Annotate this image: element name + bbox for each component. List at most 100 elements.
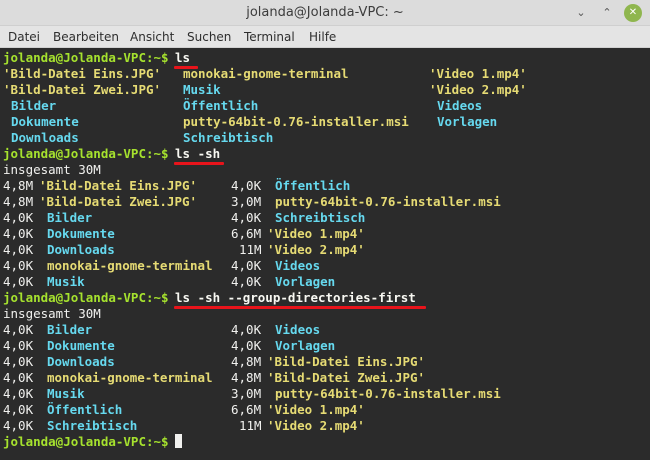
file-entry: Schreibtisch	[47, 418, 138, 433]
size-value: 4,0K	[3, 226, 34, 241]
command-text: ls	[175, 50, 191, 65]
size-value: 4,0K	[3, 258, 34, 273]
file-entry: Bilder	[47, 322, 93, 337]
size-value: 4,8M	[3, 194, 34, 209]
command-text: ls -sh	[175, 146, 221, 161]
menu-terminal[interactable]: Terminal	[244, 30, 295, 44]
file-entry: 'Video 2.mp4'	[429, 82, 527, 97]
size-value: 4,8M	[231, 370, 262, 385]
menu-bearbeiten[interactable]: Bearbeiten	[53, 30, 119, 44]
prompt: jolanda@Jolanda-VPC:~$	[3, 146, 177, 161]
size-value: 4,0K	[3, 402, 34, 417]
file-entry: Musik	[47, 386, 85, 401]
size-value: 4,0K	[231, 210, 262, 225]
size-value: 4,0K	[3, 370, 34, 385]
prompt: jolanda@Jolanda-VPC:~$	[3, 290, 177, 305]
total-text: insgesamt 30M	[3, 162, 101, 177]
size-value: 4,0K	[3, 210, 34, 225]
size-value: 4,0K	[231, 258, 262, 273]
prompt-line-2: jolanda@Jolanda-VPC:~$ ls -sh	[3, 146, 220, 162]
menu-hilfe[interactable]: Hilfe	[309, 30, 336, 44]
size-value: 4,0K	[3, 322, 34, 337]
file-entry: putty-64bit-0.76-installer.msi	[275, 386, 501, 401]
file-entry: 'Video 1.mp4'	[267, 226, 365, 241]
file-entry: 'Video 2.mp4'	[267, 418, 365, 433]
size-value: 4,0K	[3, 418, 34, 433]
file-entry: Schreibtisch	[183, 130, 274, 145]
total-text: insgesamt 30M	[3, 306, 101, 321]
size-value: 4,0K	[3, 242, 34, 257]
size-value: 6,6M	[231, 226, 262, 241]
file-entry: Vorlagen	[275, 274, 336, 289]
size-value: 6,6M	[231, 402, 262, 417]
file-entry: monokai-gnome-terminal	[183, 66, 349, 81]
file-entry: Dokumente	[47, 226, 115, 241]
file-entry: Downloads	[47, 242, 115, 257]
minimize-icon[interactable]: ⌄	[572, 4, 590, 22]
size-value: 3,0M	[231, 386, 262, 401]
file-entry: Dokumente	[47, 338, 115, 353]
annotation-underline	[174, 162, 224, 165]
prompt: jolanda@Jolanda-VPC:~$	[3, 434, 177, 449]
file-entry: Öffentlich	[275, 178, 351, 193]
size-value: 4,0K	[231, 178, 262, 193]
file-entry: Dokumente	[11, 114, 79, 129]
file-entry: 'Bild-Datei Eins.JPG'	[3, 66, 162, 81]
file-entry: 'Video 2.mp4'	[267, 242, 365, 257]
file-entry: monokai-gnome-terminal	[47, 258, 213, 273]
close-icon[interactable]: ✕	[624, 4, 642, 22]
file-entry: Öffentlich	[183, 98, 259, 113]
terminal-output[interactable]: jolanda@Jolanda-VPC:~$ ls 'Bild-Datei Ei…	[0, 48, 650, 460]
file-entry: Downloads	[47, 354, 115, 369]
menu-suchen[interactable]: Suchen	[187, 30, 231, 44]
prompt: jolanda@Jolanda-VPC:~$	[3, 50, 177, 65]
file-entry: Musik	[47, 274, 85, 289]
title-bar: jolanda@Jolanda-VPC: ~ ⌄ ⌃ ✕	[0, 0, 650, 26]
file-entry: 'Bild-Datei Eins.JPG'	[39, 178, 198, 193]
total-line-1: insgesamt 30M	[3, 162, 101, 178]
size-value: 3,0M	[231, 194, 262, 209]
file-entry: Schreibtisch	[275, 210, 366, 225]
size-value: 4,0K	[231, 274, 262, 289]
size-value: 4,0K	[3, 274, 34, 289]
file-entry: 'Bild-Datei Zwei.JPG'	[39, 194, 198, 209]
file-entry: Bilder	[11, 98, 57, 113]
prompt-line-3: jolanda@Jolanda-VPC:~$ ls -sh --group-di…	[3, 290, 416, 306]
file-entry: Vorlagen	[437, 114, 498, 129]
prompt-line-4[interactable]: jolanda@Jolanda-VPC:~$	[3, 434, 182, 450]
file-entry: Bilder	[47, 210, 93, 225]
size-value: 4,0K	[231, 322, 262, 337]
size-value: 4,0K	[3, 354, 34, 369]
size-value: 4,0K	[3, 338, 34, 353]
cursor	[175, 434, 182, 450]
file-entry: monokai-gnome-terminal	[47, 370, 213, 385]
menu-datei[interactable]: Datei	[8, 30, 40, 44]
window-title: jolanda@Jolanda-VPC: ~	[246, 5, 404, 20]
file-entry: putty-64bit-0.76-installer.msi	[275, 194, 501, 209]
file-entry: Videos	[275, 258, 321, 273]
file-entry: Vorlagen	[275, 338, 336, 353]
menu-ansicht[interactable]: Ansicht	[130, 30, 174, 44]
file-entry: 'Video 1.mp4'	[429, 66, 527, 81]
file-entry: Videos	[437, 98, 483, 113]
maximize-icon[interactable]: ⌃	[598, 4, 616, 22]
size-value: 4,8M	[3, 178, 34, 193]
file-entry: 'Bild-Datei Zwei.JPG'	[267, 370, 426, 385]
prompt-line-1: jolanda@Jolanda-VPC:~$ ls	[3, 50, 190, 66]
menu-bar: Datei Bearbeiten Ansicht Suchen Terminal…	[0, 26, 650, 48]
size-value: 4,8M	[231, 354, 262, 369]
total-line-2: insgesamt 30M	[3, 306, 101, 322]
size-value: 4,0K	[231, 338, 262, 353]
file-entry: Musik	[183, 82, 221, 97]
file-entry: Videos	[275, 322, 321, 337]
size-value: 11M	[239, 242, 262, 257]
size-value: 4,0K	[3, 386, 34, 401]
file-entry: 'Video 1.mp4'	[267, 402, 365, 417]
annotation-underline	[174, 306, 426, 309]
file-entry: 'Bild-Datei Zwei.JPG'	[3, 82, 162, 97]
file-entry: putty-64bit-0.76-installer.msi	[183, 114, 409, 129]
file-entry: 'Bild-Datei Eins.JPG'	[267, 354, 426, 369]
file-entry: Öffentlich	[47, 402, 123, 417]
size-value: 11M	[239, 418, 262, 433]
file-entry: Downloads	[11, 130, 79, 145]
